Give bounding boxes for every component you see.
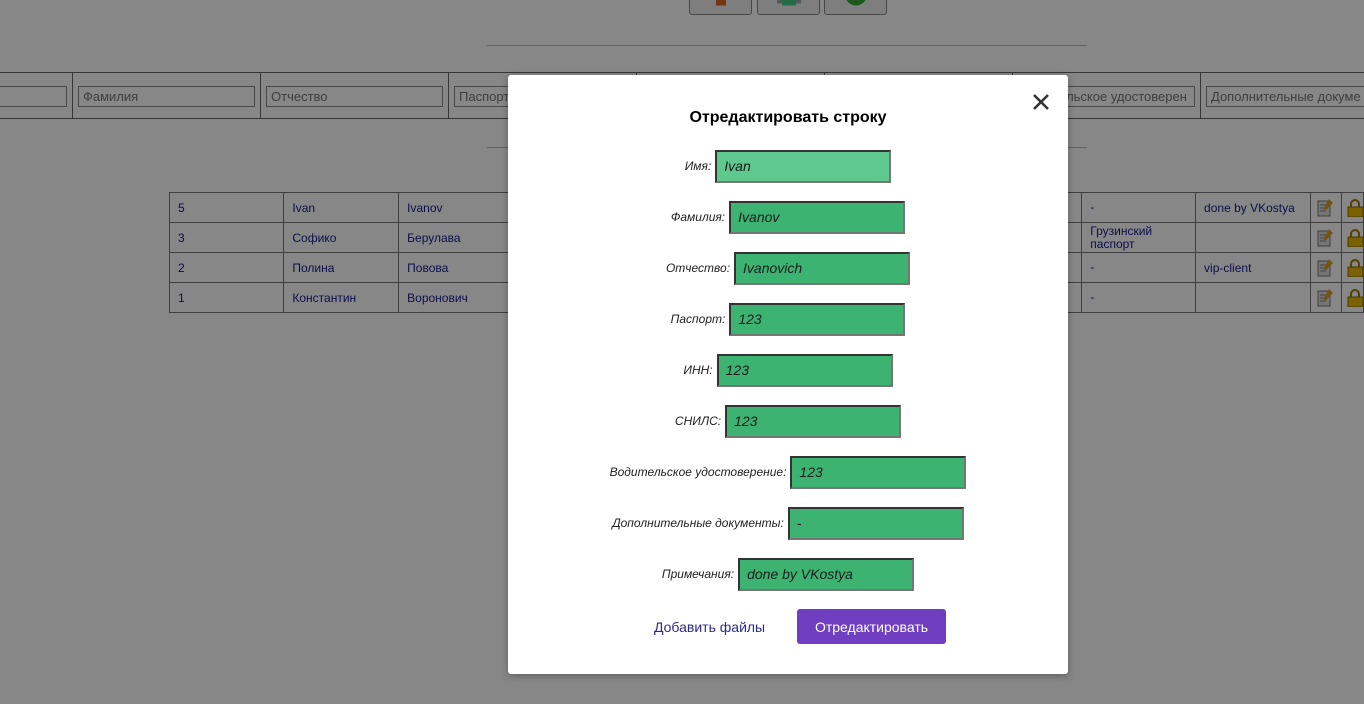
dialog-title: Отредактировать строку <box>689 109 887 126</box>
license-input[interactable] <box>790 455 967 489</box>
field-row-license: Водительское удостоверение: <box>508 455 1068 489</box>
patronymic-label: Отчество: <box>665 261 731 275</box>
documents-input[interactable] <box>787 506 964 540</box>
edit-row-dialog: Отредактировать строку Имя: Фамилия: Отч… <box>508 75 1068 674</box>
field-row-notes: Примечания: <box>508 557 1068 591</box>
surname-input[interactable] <box>729 200 906 234</box>
patronymic-input[interactable] <box>734 251 911 285</box>
notes-input[interactable] <box>738 557 915 591</box>
passport-input[interactable] <box>729 302 906 336</box>
submit-edit-button[interactable]: Отредактировать <box>797 609 946 644</box>
field-row-name: Имя: <box>508 149 1068 183</box>
license-label: Водительское удостоверение: <box>609 465 787 479</box>
notes-label: Примечания: <box>661 567 735 581</box>
field-row-passport: Паспорт: <box>508 302 1068 336</box>
name-input[interactable] <box>715 149 892 183</box>
field-row-snils: СНИЛС: <box>508 404 1068 438</box>
passport-label: Паспорт: <box>670 312 726 326</box>
surname-label: Фамилия: <box>670 210 726 224</box>
field-row-documents: Дополнительные документы: <box>508 506 1068 540</box>
snils-label: СНИЛС: <box>674 414 722 428</box>
snils-input[interactable] <box>725 404 902 438</box>
inn-label: ИНН: <box>683 363 713 377</box>
field-row-inn: ИНН: <box>508 353 1068 387</box>
field-row-patronymic: Отчество: <box>508 251 1068 285</box>
field-row-surname: Фамилия: <box>508 200 1068 234</box>
add-files-link[interactable]: Добавить файлы <box>654 619 765 635</box>
inn-input[interactable] <box>716 353 893 387</box>
name-label: Имя: <box>684 159 712 173</box>
documents-label: Дополнительные документы: <box>612 516 784 530</box>
